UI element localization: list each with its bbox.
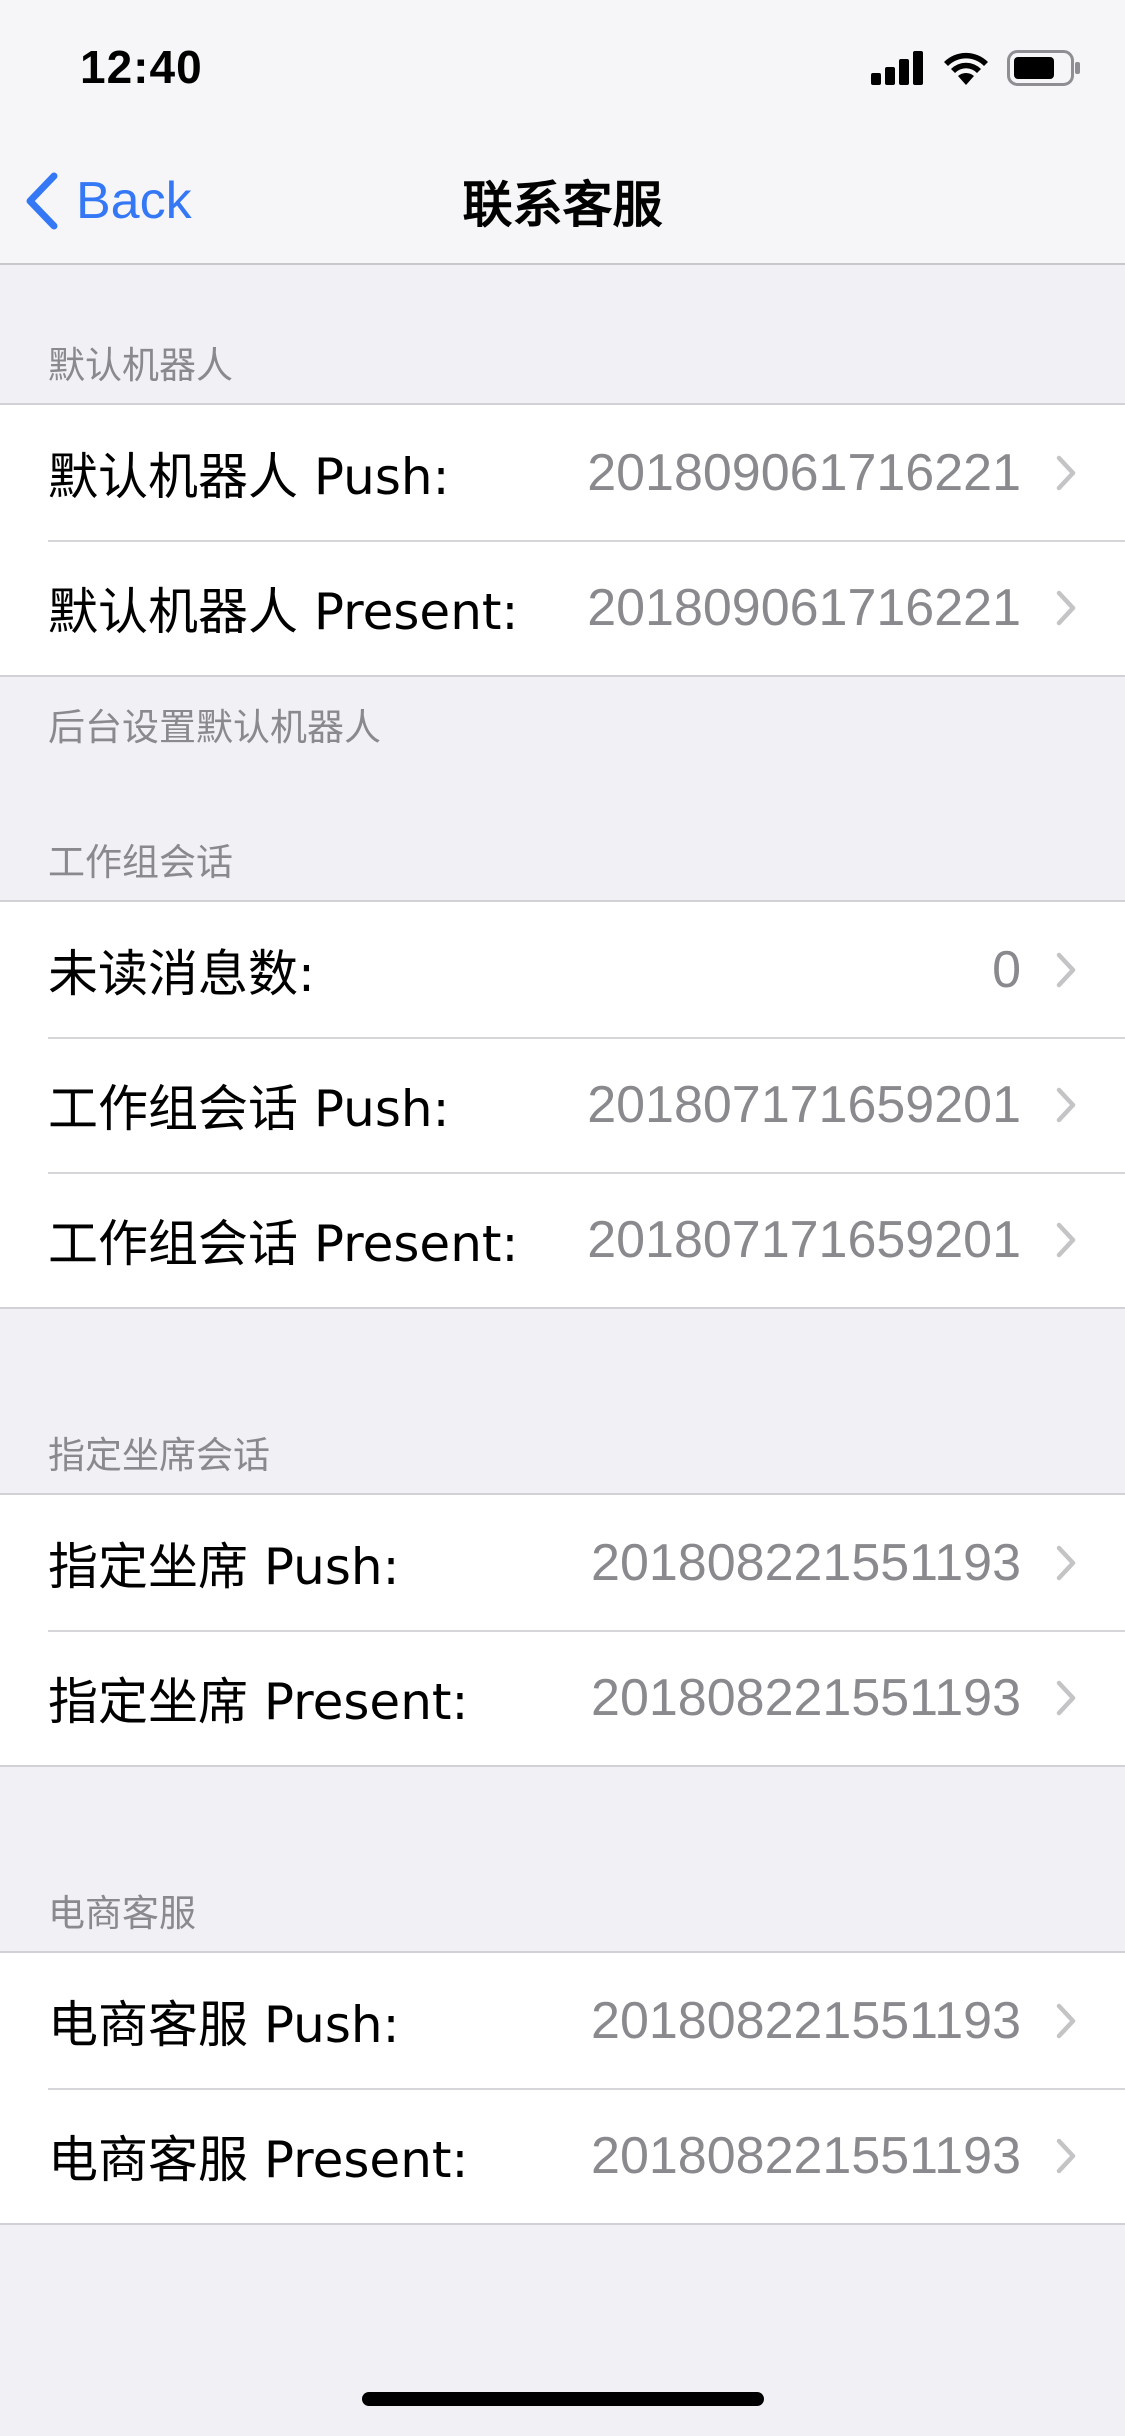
row-assigned-agent-push[interactable]: 指定坐席 Push: 201808221551193 [0, 1495, 1125, 1630]
row-ecommerce-present[interactable]: 电商客服 Present: 201808221551193 [0, 2088, 1125, 2223]
row-label: 电商客服 Push: [48, 1995, 400, 2054]
row-value: 201808221551193 [591, 1991, 1021, 2050]
group-ecommerce: 电商客服 Push: 201808221551193 电商客服 Present:… [0, 1951, 1125, 2225]
chevron-right-icon [1056, 2138, 1076, 2173]
row-value: 201808221551193 [591, 2126, 1021, 2185]
section-footer-default-robot: 后台设置默认机器人 [48, 706, 381, 749]
row-ecommerce-push[interactable]: 电商客服 Push: 201808221551193 [0, 1953, 1125, 2088]
row-label: 电商客服 Present: [48, 2130, 469, 2189]
chevron-right-icon [1056, 952, 1076, 987]
section-header-assigned-agent: 指定坐席会话 [48, 1434, 270, 1477]
chevron-right-icon [1056, 590, 1076, 625]
chevron-right-icon [1056, 1680, 1076, 1715]
row-assigned-agent-present[interactable]: 指定坐席 Present: 201808221551193 [0, 1630, 1125, 1765]
group-default-robot: 默认机器人 Push: 201809061716221 默认机器人 Presen… [0, 403, 1125, 677]
row-label: 工作组会话 Push: [48, 1079, 450, 1138]
row-value: 0 [992, 940, 1021, 999]
chevron-right-icon [1056, 1545, 1076, 1580]
row-value: 201807171659201 [587, 1210, 1021, 1269]
section-header-workgroup: 工作组会话 [48, 841, 233, 884]
row-unread-count[interactable]: 未读消息数: 0 [0, 902, 1125, 1037]
chevron-right-icon [1056, 455, 1076, 490]
row-value: 201808221551193 [591, 1668, 1021, 1727]
row-label: 未读消息数: [48, 944, 315, 1003]
group-assigned-agent: 指定坐席 Push: 201808221551193 指定坐席 Present:… [0, 1493, 1125, 1767]
row-label: 工作组会话 Present: [48, 1214, 519, 1273]
row-value: 201809061716221 [587, 578, 1021, 637]
navigation-bar: Back 联系客服 [0, 135, 1125, 265]
row-workgroup-push[interactable]: 工作组会话 Push: 201807171659201 [0, 1037, 1125, 1172]
status-time: 12:40 [80, 41, 203, 93]
chevron-right-icon [1056, 2003, 1076, 2038]
section-header-ecommerce: 电商客服 [48, 1892, 196, 1935]
row-value: 201808221551193 [591, 1533, 1021, 1592]
row-label: 指定坐席 Push: [48, 1537, 400, 1596]
status-icons [871, 48, 1081, 88]
group-workgroup: 未读消息数: 0 工作组会话 Push: 201807171659201 工作组… [0, 900, 1125, 1309]
page-title: 联系客服 [462, 176, 663, 234]
cellular-signal-icon [871, 51, 923, 85]
status-bar: 12:40 [0, 0, 1125, 135]
chevron-right-icon [1056, 1222, 1076, 1257]
row-default-robot-present[interactable]: 默认机器人 Present: 201809061716221 [0, 540, 1125, 675]
row-label: 指定坐席 Present: [48, 1672, 469, 1731]
battery-icon [1007, 50, 1080, 86]
home-indicator[interactable] [362, 2392, 764, 2406]
row-value: 201809061716221 [587, 443, 1021, 502]
section-header-default-robot: 默认机器人 [48, 344, 233, 387]
row-value: 201807171659201 [587, 1075, 1021, 1134]
row-label: 默认机器人 Push: [48, 447, 450, 506]
row-workgroup-present[interactable]: 工作组会话 Present: 201807171659201 [0, 1172, 1125, 1307]
row-default-robot-push[interactable]: 默认机器人 Push: 201809061716221 [0, 405, 1125, 540]
row-label: 默认机器人 Present: [48, 582, 519, 641]
chevron-right-icon [1056, 1087, 1076, 1122]
wifi-icon [944, 52, 988, 85]
